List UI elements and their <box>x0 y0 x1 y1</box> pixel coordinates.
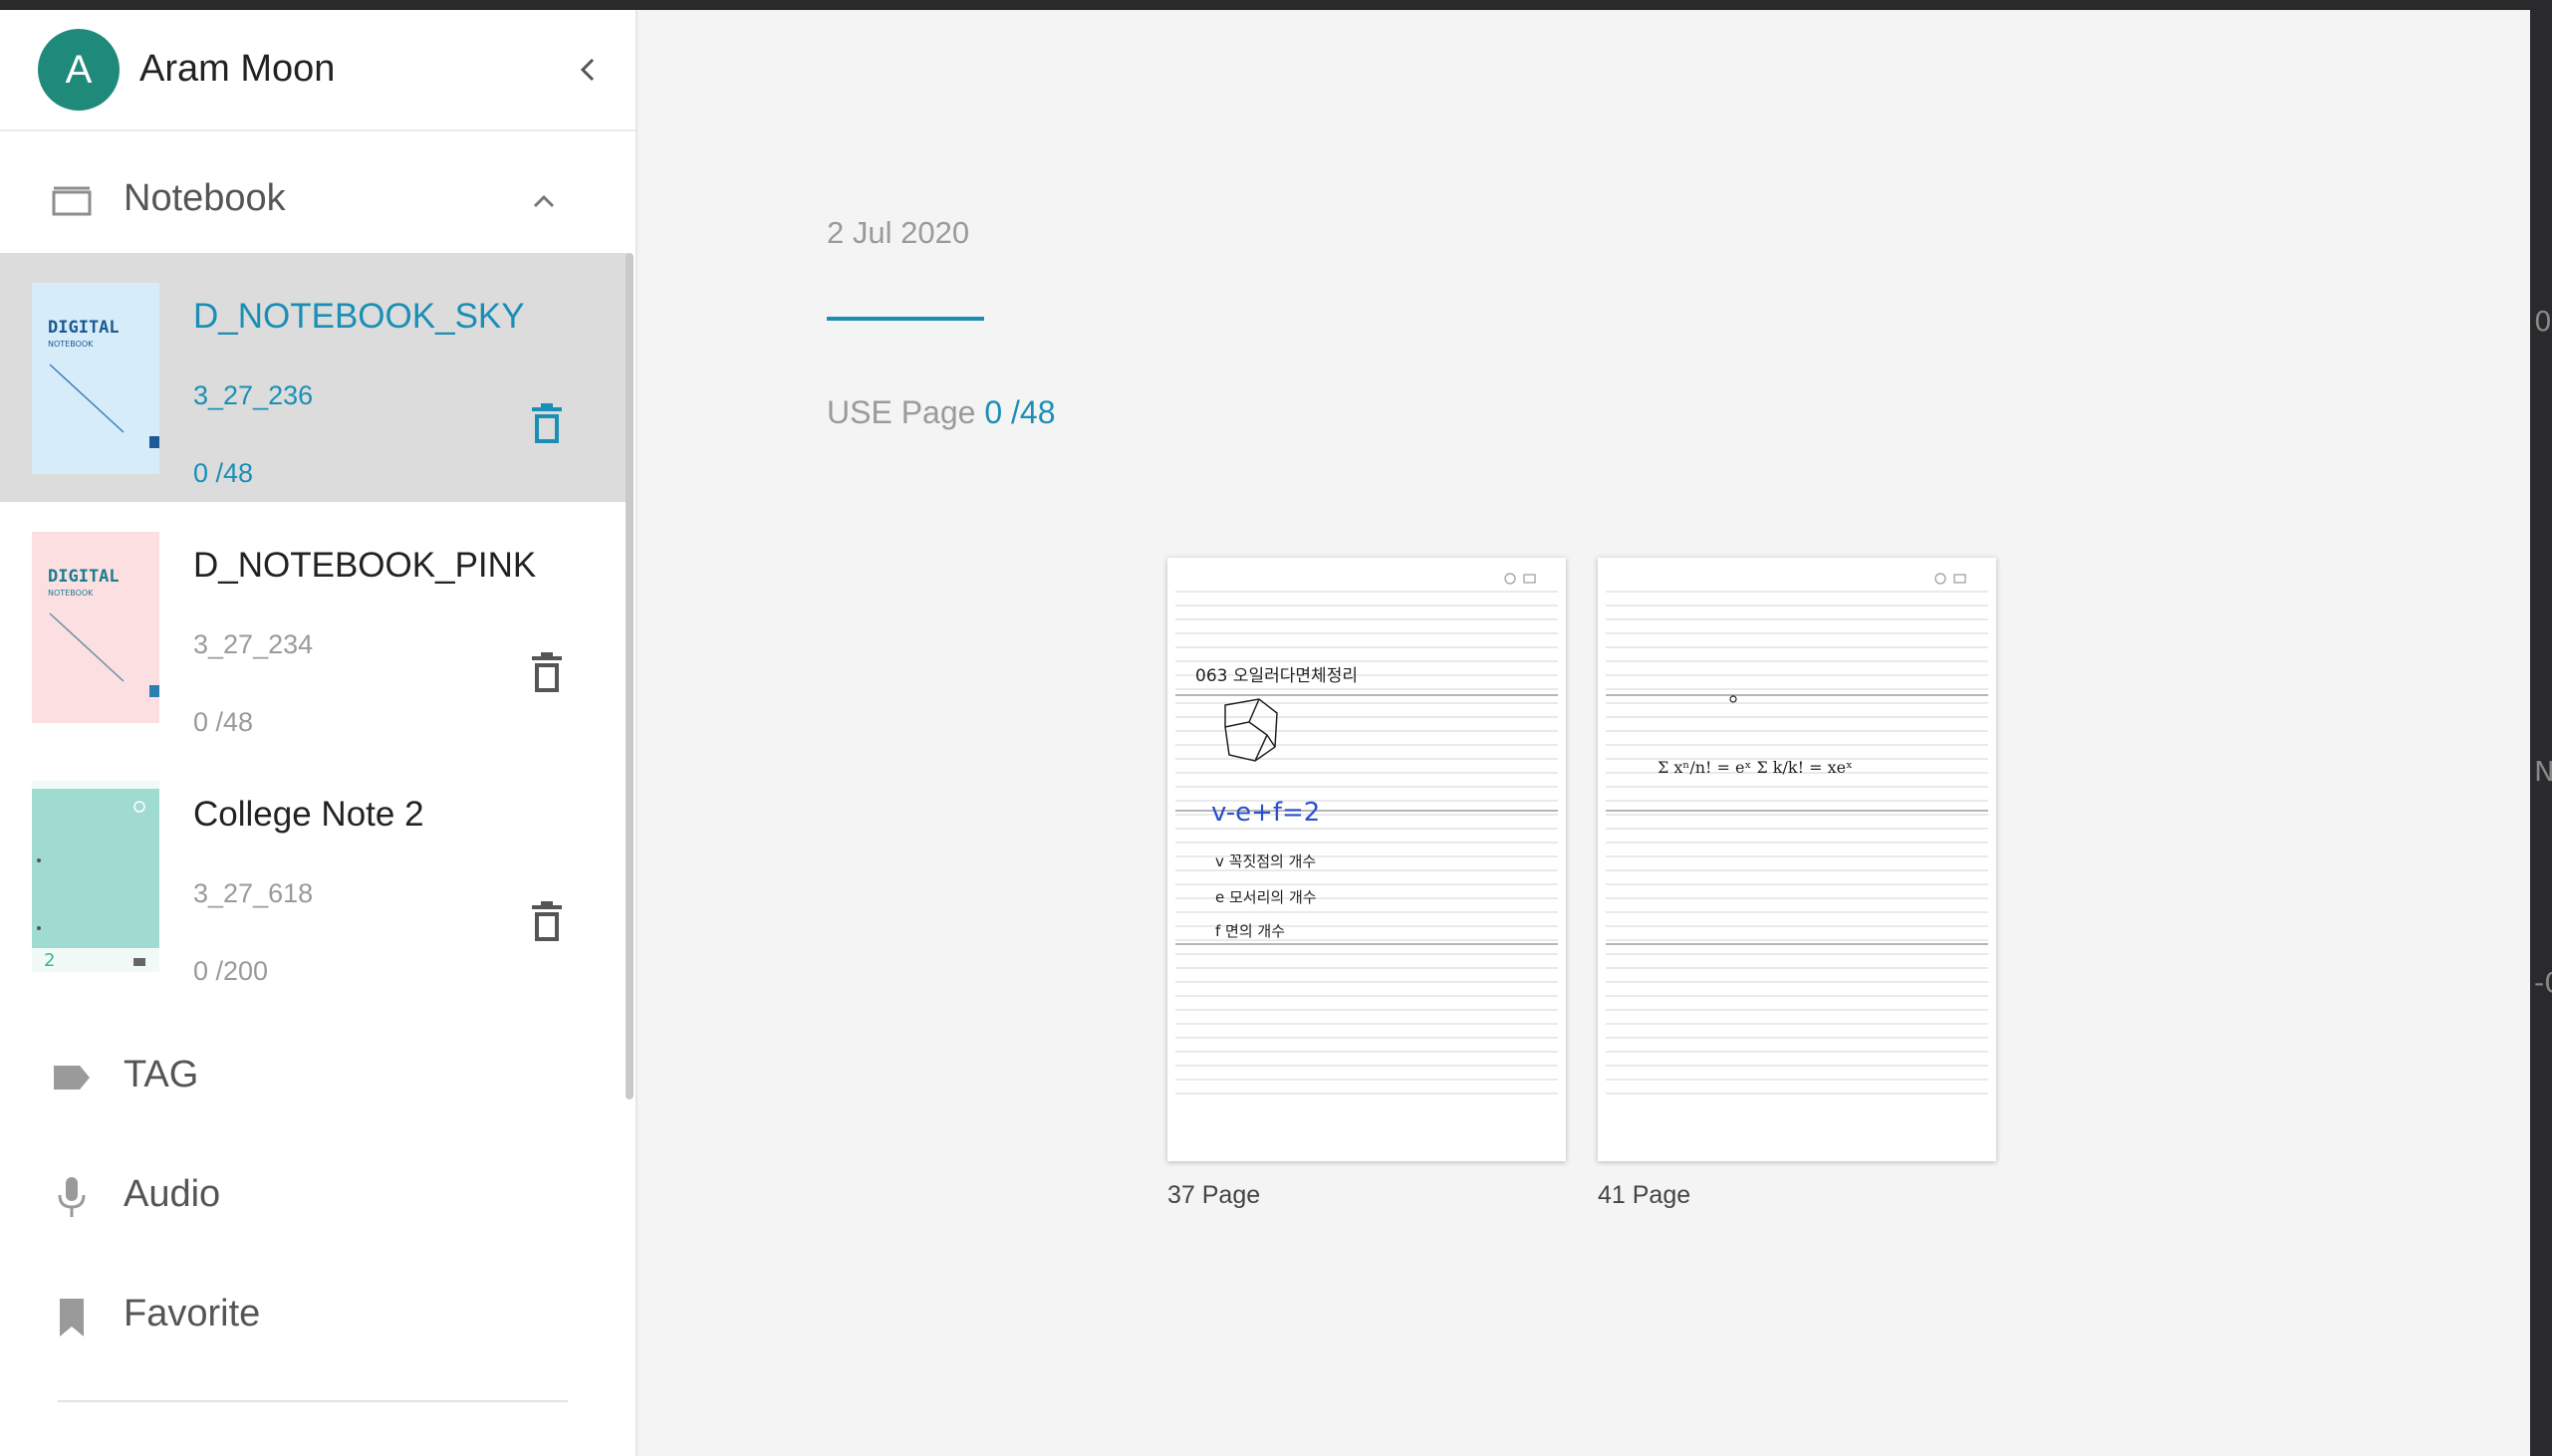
notebook-code: 3_27_234 <box>193 629 314 659</box>
notebook-cover: DIGITAL NOTEBOOK <box>32 283 159 474</box>
svg-text:Σ xⁿ/n! = eˣ Σ k/k! = xeˣ: Σ xⁿ/n! = eˣ Σ k/k! = xeˣ <box>1658 758 1853 777</box>
main-content: 2 Jul 2020 USE Page 0 /48 063 오일러다면체정리 v… <box>638 10 2530 1456</box>
microphone-icon <box>58 1177 86 1217</box>
notebook-cover: 2 <box>32 781 159 972</box>
edge-mark: -0 <box>2534 966 2552 999</box>
svg-text:f 면의 개수: f 면의 개수 <box>1215 922 1285 940</box>
app-window: A Aram Moon Notebook DIGITAL NOTEBOOK D_… <box>0 10 2530 1456</box>
notebook-title: D_NOTEBOOK_SKY <box>193 297 525 336</box>
notebook-cover: DIGITAL NOTEBOOK <box>32 532 159 723</box>
notebook-icon <box>52 186 92 216</box>
notebook-title: D_NOTEBOOK_PINK <box>193 546 537 585</box>
sidebar-item-label: Notebook <box>124 177 286 219</box>
sidebar-item-notebook[interactable]: Notebook <box>0 149 636 249</box>
notebook-item-sky[interactable]: DIGITAL NOTEBOOK D_NOTEBOOK_SKY 3_27_236… <box>0 253 628 502</box>
trash-icon[interactable] <box>528 900 566 944</box>
notebook-list: DIGITAL NOTEBOOK D_NOTEBOOK_SKY 3_27_236… <box>0 253 628 1010</box>
use-page-count: 0 /48 <box>984 394 1056 430</box>
page-label: 37 Page <box>1167 1181 1261 1209</box>
bookmark-icon <box>60 1299 84 1336</box>
page-thumbnail-41[interactable]: Σ xⁿ/n! = eˣ Σ k/k! = xeˣ <box>1598 558 1996 1161</box>
divider <box>58 1400 568 1402</box>
chevron-up-icon[interactable] <box>524 181 564 221</box>
svg-text:DIGITAL: DIGITAL <box>48 567 120 587</box>
notebook-code: 3_27_618 <box>193 878 314 908</box>
window-edge <box>2530 0 2552 1456</box>
chevron-left-icon <box>580 58 595 82</box>
sidebar-item-favorite[interactable]: Favorite <box>0 1265 636 1364</box>
svg-text:NOTEBOOK: NOTEBOOK <box>48 589 94 598</box>
tag-icon <box>54 1066 90 1090</box>
page-label: 41 Page <box>1598 1181 1691 1209</box>
notebook-item-pink[interactable]: DIGITAL NOTEBOOK D_NOTEBOOK_PINK 3_27_23… <box>0 502 628 751</box>
use-page-label: USE Page <box>827 394 976 430</box>
sidebar-item-audio[interactable]: Audio <box>0 1145 636 1245</box>
notebook-page-count: 0 /48 <box>193 458 254 488</box>
use-page-summary: USE Page 0 /48 <box>827 394 1055 431</box>
user-name: Aram Moon <box>139 48 336 90</box>
svg-text:NOTEBOOK: NOTEBOOK <box>48 340 94 349</box>
svg-text:DIGITAL: DIGITAL <box>48 318 120 338</box>
page-thumbnail-37[interactable]: 063 오일러다면체정리 v-e+f=2 v 꼭짓점의 개수 e 모서리의 개수… <box>1167 558 1566 1161</box>
date-label: 2 Jul 2020 <box>827 215 970 250</box>
svg-text:v 꼭짓점의 개수: v 꼭짓점의 개수 <box>1215 852 1316 870</box>
sidebar-item-label: Favorite <box>124 1293 261 1335</box>
notebook-code: 3_27_236 <box>193 380 314 410</box>
sidebar-scrollbar[interactable] <box>626 253 634 1099</box>
notebook-item-college-note-2[interactable]: 2 College Note 2 3_27_618 0 /200 <box>0 751 628 1000</box>
sidebar-item-label: TAG <box>124 1054 199 1095</box>
svg-text:v-e+f=2: v-e+f=2 <box>1211 798 1320 828</box>
sidebar: A Aram Moon Notebook DIGITAL NOTEBOOK D_… <box>0 10 638 1456</box>
trash-icon[interactable] <box>528 651 566 695</box>
date-underline <box>827 317 984 321</box>
sidebar-item-label: Audio <box>124 1173 221 1215</box>
svg-text:e 모서리의 개수: e 모서리의 개수 <box>1215 888 1317 906</box>
svg-text:063 오일러다면체정리: 063 오일러다면체정리 <box>1195 666 1358 686</box>
notebook-page-count: 0 /48 <box>193 707 254 737</box>
edge-mark: 0 <box>2534 305 2552 338</box>
notebook-title: College Note 2 <box>193 795 424 834</box>
user-header: A Aram Moon <box>0 10 636 131</box>
avatar[interactable]: A <box>38 29 120 111</box>
collapse-sidebar-button[interactable] <box>568 50 608 90</box>
trash-icon[interactable] <box>528 402 566 446</box>
svg-text:2: 2 <box>44 950 55 971</box>
edge-mark: N <box>2534 755 2552 788</box>
sidebar-item-tag[interactable]: TAG <box>0 1026 636 1125</box>
notebook-page-count: 0 /200 <box>193 956 269 986</box>
